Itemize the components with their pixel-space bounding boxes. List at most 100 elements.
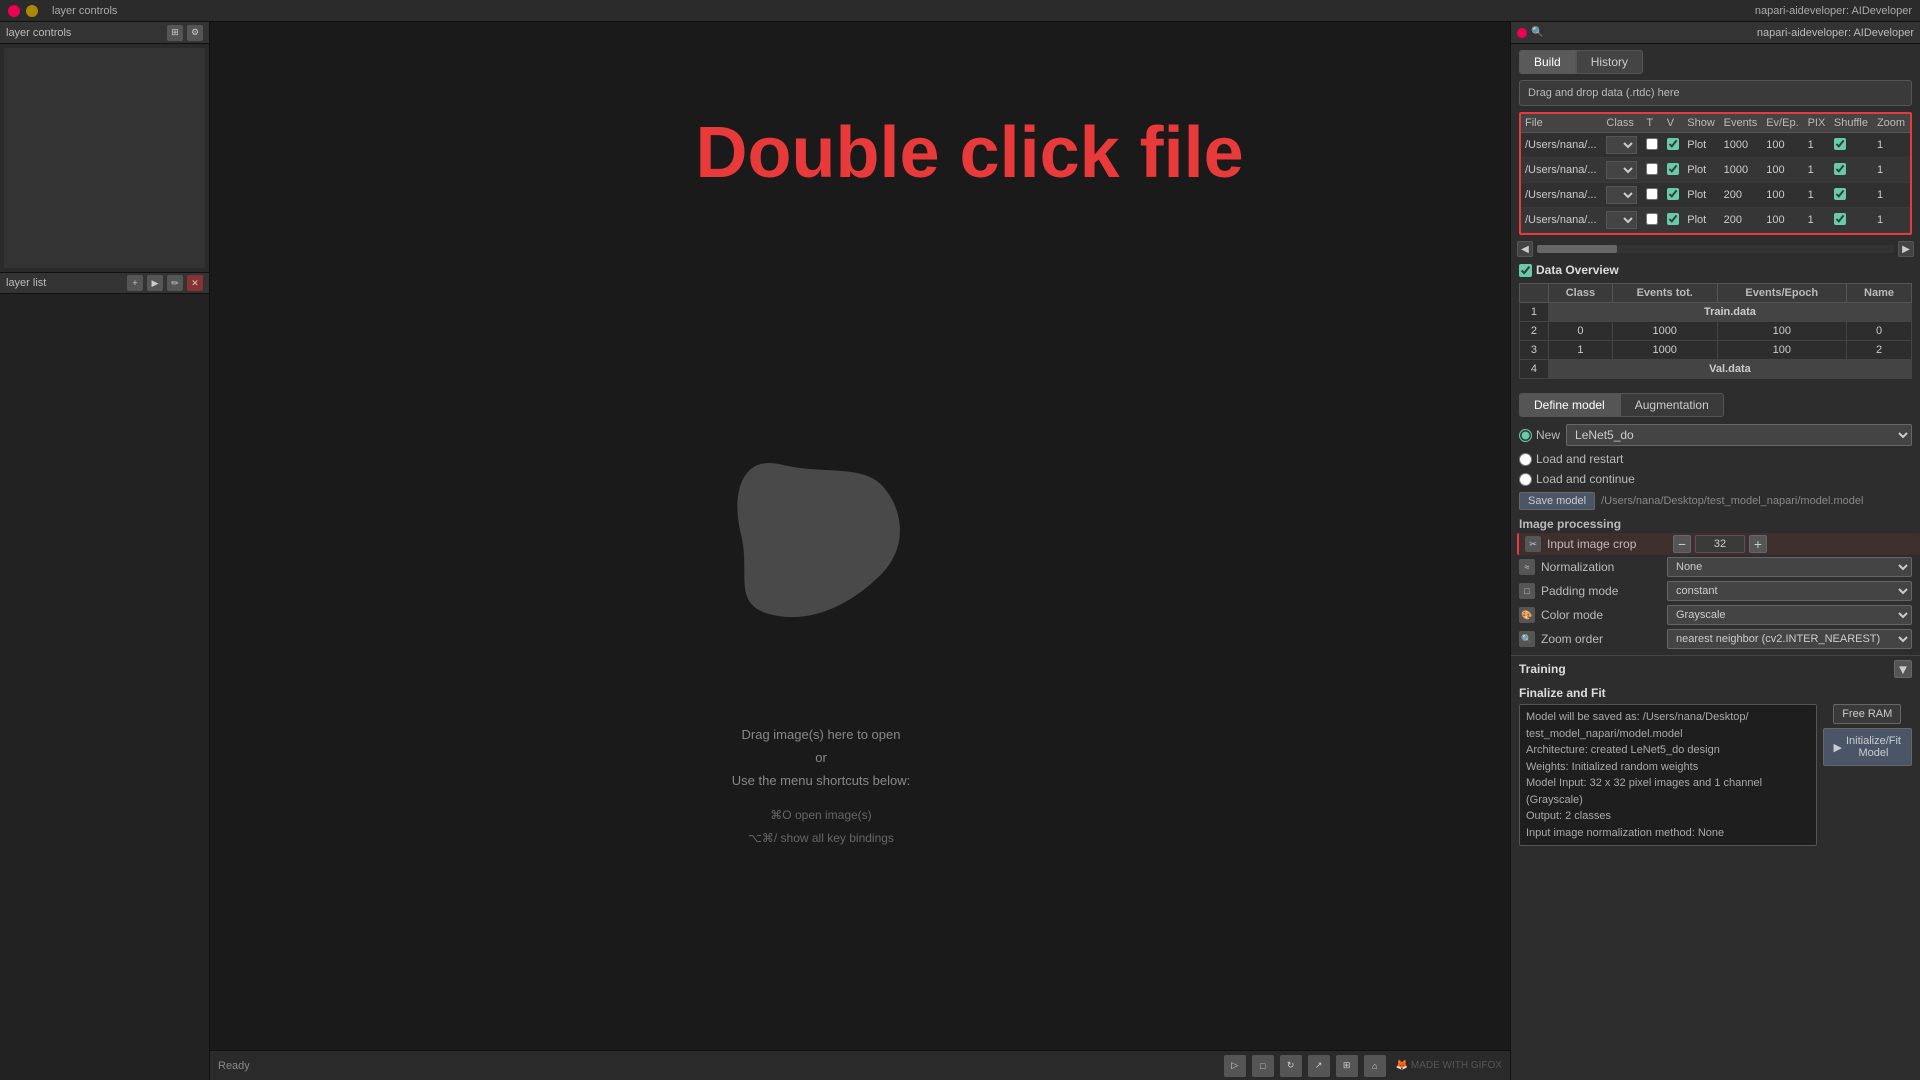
table-row: /Users/nana/... 01 Plot 200 100 1 1 — [1521, 208, 1910, 233]
cell-file: /Users/nana/... — [1521, 133, 1602, 158]
cell-shuffle[interactable] — [1830, 183, 1873, 208]
crop-value-input[interactable] — [1695, 535, 1745, 553]
right-panel: 🔍 napari-aideveloper: AIDeveloper Build … — [1510, 22, 1920, 1080]
save-model-path: /Users/nana/Desktop/test_model_napari/mo… — [1601, 495, 1912, 507]
shuffle-checkbox[interactable] — [1834, 213, 1846, 225]
layer-draw-btn[interactable]: ✏ — [167, 275, 183, 291]
row-num: 2 — [1520, 322, 1549, 341]
shortcut-keys: ⌥⌘/ show all key bindings — [748, 831, 894, 845]
cell-class[interactable]: 01 — [1602, 183, 1642, 208]
bottom-icon-2[interactable]: □ — [1252, 1055, 1274, 1077]
free-ram-btn[interactable]: Free RAM — [1833, 704, 1901, 724]
normalization-control: None — [1667, 557, 1912, 577]
new-radio[interactable] — [1519, 429, 1532, 442]
log-line: Output: 2 classes — [1526, 808, 1810, 825]
model-tabs: Define model Augmentation — [1519, 393, 1912, 417]
cell-zoom: 1 — [1873, 208, 1910, 233]
crop-minus-btn[interactable]: − — [1673, 535, 1691, 553]
close-btn[interactable] — [8, 5, 20, 17]
color-mode-select[interactable]: Grayscale — [1667, 605, 1912, 625]
t-checkbox[interactable] — [1646, 213, 1658, 225]
data-col-events-epoch: Events/Epoch — [1717, 284, 1847, 303]
t-checkbox[interactable] — [1646, 163, 1658, 175]
padding-mode-label: Padding mode — [1541, 584, 1661, 598]
bottom-icon-3[interactable]: ↻ — [1280, 1055, 1302, 1077]
new-radio-label[interactable]: New — [1519, 428, 1560, 442]
tab-augmentation[interactable]: Augmentation — [1620, 393, 1724, 417]
crop-plus-btn[interactable]: + — [1749, 535, 1767, 553]
t-checkbox[interactable] — [1646, 138, 1658, 150]
log-line: test_model_napari/model.model — [1526, 726, 1810, 743]
normalize-icon: ≈ — [1519, 559, 1535, 575]
init-fit-btn[interactable]: ▶ Initialize/FitModel — [1823, 728, 1913, 766]
tab-define-model[interactable]: Define model — [1519, 393, 1620, 417]
training-expand-btn[interactable]: ▼ — [1894, 660, 1912, 678]
padding-mode-select[interactable]: constant — [1667, 581, 1912, 601]
cell-events: 200 — [1720, 208, 1763, 233]
zoom-order-select[interactable]: nearest neighbor (cv2.INTER_NEAREST) — [1667, 629, 1912, 649]
load-restart-radio[interactable] — [1519, 453, 1532, 466]
shuffle-checkbox[interactable] — [1834, 163, 1846, 175]
bottom-icon-1[interactable]: ▷ — [1224, 1055, 1246, 1077]
t-checkbox[interactable] — [1646, 188, 1658, 200]
table-row: 1 Train.data — [1520, 303, 1912, 322]
center-canvas: Double click file Drag image(s) here to … — [210, 22, 1510, 1080]
load-continue-radio[interactable] — [1519, 473, 1532, 486]
v-checkbox[interactable] — [1667, 163, 1679, 175]
minimize-btn[interactable] — [26, 5, 38, 17]
save-model-btn[interactable]: Save model — [1519, 492, 1595, 510]
bottom-icons: ▷ □ ↻ ↗ ⊞ ⌂ 🦊 MADE WITH GIFOX — [1224, 1055, 1502, 1077]
cell-shuffle[interactable] — [1830, 158, 1873, 183]
bottom-icon-4[interactable]: ↗ — [1308, 1055, 1330, 1077]
cell-shuffle[interactable] — [1830, 208, 1873, 233]
normalization-select[interactable]: None — [1667, 557, 1912, 577]
v-checkbox[interactable] — [1667, 138, 1679, 150]
tab-build[interactable]: Build — [1519, 50, 1576, 74]
cell-pix: 1 — [1804, 158, 1830, 183]
right-close-btn[interactable] — [1517, 28, 1527, 38]
model-select[interactable]: LeNet5_do — [1566, 424, 1912, 446]
data-col-num — [1520, 284, 1549, 303]
cell-zoom: 1 — [1873, 183, 1910, 208]
training-section: Training ▼ — [1511, 655, 1920, 682]
file-table: File Class T V Show Events Ev/Ep. PIX Sh… — [1521, 114, 1910, 233]
bottom-icon-6[interactable]: ⌂ — [1364, 1055, 1386, 1077]
layer-add-btn[interactable]: + — [127, 275, 143, 291]
shuffle-checkbox[interactable] — [1834, 188, 1846, 200]
cell-show: Plot — [1683, 208, 1719, 233]
layer-delete-btn[interactable]: ✕ — [187, 275, 203, 291]
file-table-container: File Class T V Show Events Ev/Ep. PIX Sh… — [1519, 112, 1912, 235]
drag-drop-area[interactable]: Drag and drop data (.rtdc) here — [1519, 80, 1912, 106]
scroll-left-btn[interactable]: ◀ — [1517, 241, 1533, 257]
left-panel-icon-btn[interactable]: ⊞ — [167, 25, 183, 41]
padding-mode-control: constant — [1667, 581, 1912, 601]
shuffle-checkbox[interactable] — [1834, 138, 1846, 150]
layer-select-btn[interactable]: ▶ — [147, 275, 163, 291]
right-search-btn[interactable]: 🔍 — [1531, 27, 1543, 38]
left-panel: layer controls ⊞ ⚙ layer list + ▶ ✏ ✕ — [0, 22, 210, 1080]
cell-shuffle[interactable] — [1830, 133, 1873, 158]
load-continue-radio-label[interactable]: Load and continue — [1519, 472, 1635, 486]
cell-events-epoch: 100 — [1717, 341, 1847, 360]
load-restart-radio-label[interactable]: Load and restart — [1519, 452, 1623, 466]
v-checkbox[interactable] — [1667, 213, 1679, 225]
col-show: Show — [1683, 114, 1719, 133]
bottom-icon-5[interactable]: ⊞ — [1336, 1055, 1358, 1077]
data-col-events-tot: Events tot. — [1612, 284, 1717, 303]
scroll-right-btn[interactable]: ▶ — [1898, 241, 1914, 257]
cell-class: 1 — [1548, 341, 1612, 360]
col-v: V — [1663, 114, 1683, 133]
file-table-scroll[interactable]: File Class T V Show Events Ev/Ep. PIX Sh… — [1521, 114, 1910, 233]
input-image-crop-row: ✂ Input image crop − + — [1517, 533, 1920, 555]
tab-history[interactable]: History — [1576, 50, 1643, 74]
cell-class[interactable]: 01 — [1602, 133, 1642, 158]
cell-class[interactable]: 01 — [1602, 158, 1642, 183]
cell-t — [1642, 158, 1662, 183]
data-overview-check[interactable] — [1519, 264, 1532, 277]
cell-class[interactable]: 01 — [1602, 208, 1642, 233]
v-checkbox[interactable] — [1667, 188, 1679, 200]
left-panel-settings-btn[interactable]: ⚙ — [187, 25, 203, 41]
data-overview-title: Data Overview — [1536, 263, 1619, 277]
scroll-track[interactable] — [1537, 245, 1894, 253]
input-image-crop-control: − + — [1673, 535, 1912, 553]
